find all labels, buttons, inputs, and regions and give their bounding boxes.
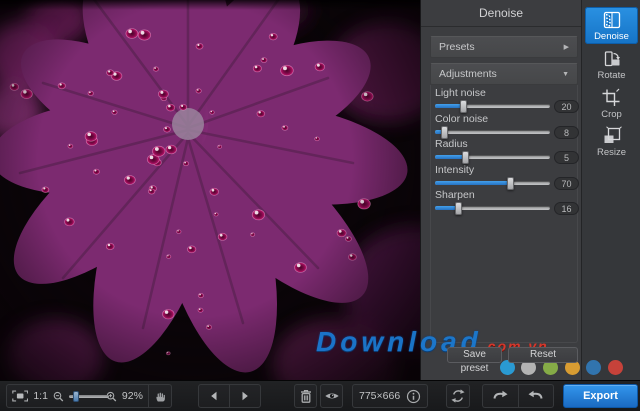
refresh-icon [450,388,466,404]
sidebar-item-denoise[interactable]: Denoise [585,7,638,44]
slider-row-color-noise: Color noise 8 [421,113,582,139]
undo-redo-group [482,384,554,408]
undo-button[interactable] [483,385,518,407]
delete-image-button[interactable] [294,384,317,408]
chevron-down-icon: ▼ [562,64,569,85]
photo-canvas[interactable] [0,0,420,380]
slider-handle[interactable] [462,151,469,164]
slider-handle[interactable] [455,202,462,215]
arrow-left-icon [209,391,219,401]
radius-value[interactable]: 5 [554,151,579,164]
resize-icon [601,126,623,146]
slider-row-sharpen: Sharpen 16 [421,189,582,215]
image-size-group: 775×666 [352,384,428,408]
sidebar-item-label: Denoise [585,31,638,42]
slider-fill [435,155,465,159]
sidebar-item-label: Crop [585,109,638,120]
zoom-out-icon[interactable] [53,390,64,403]
undo-icon [491,389,509,403]
trash-icon [299,388,313,404]
adjustments-panel: Denoise Presets ▶ Adjustments ▼ Light no… [420,0,581,380]
image-nav-group [198,384,261,408]
slider-row-radius: Radius 5 [421,138,582,164]
slider-row-light-noise: Light noise 20 [421,87,582,113]
sidebar-item-resize[interactable]: Resize [585,123,638,157]
fit-to-screen-icon[interactable] [12,389,28,403]
sharpen-slider[interactable] [435,202,550,215]
light-noise-slider[interactable] [435,100,550,113]
presets-label: Presets [439,41,475,53]
color-noise-label: Color noise [435,113,488,125]
slider-handle[interactable] [460,100,467,113]
light-noise-value[interactable]: 20 [554,100,579,113]
arrow-right-icon [240,391,250,401]
presets-section-header[interactable]: Presets ▶ [430,36,578,58]
denoise-icon [601,10,623,30]
actual-size-button[interactable]: 1:1 [33,390,48,402]
sidebar-item-rotate[interactable]: Rotate [585,46,638,80]
export-button[interactable]: Export [563,384,638,408]
previous-image-button[interactable] [199,385,229,407]
radius-slider[interactable] [435,151,550,164]
leaf-photo [0,0,420,380]
info-icon[interactable] [406,389,421,404]
photo-editor-window: Denoise Presets ▶ Adjustments ▼ Light no… [0,0,640,411]
zoom-slider[interactable] [69,390,102,403]
sidebar-item-label: Resize [585,147,638,158]
panel-title: Denoise [421,0,581,27]
crop-icon [601,88,623,108]
bottom-toolbar: 1:1 92% [0,380,640,411]
next-image-button[interactable] [230,385,260,407]
reset-button[interactable]: Reset [508,347,578,363]
slider-fill [435,181,510,185]
slider-row-intensity: Intensity 70 [421,164,582,190]
sharpen-label: Sharpen [435,189,475,201]
zoom-percent-value: 92% [122,390,143,402]
hand-pan-icon[interactable] [154,389,166,404]
image-size-value: 775×666 [359,390,400,402]
show-original-button[interactable] [320,384,343,408]
slider-fill [435,104,463,108]
sidebar-item-label: Rotate [585,70,638,81]
eye-icon [324,390,340,402]
slider-track [435,130,550,134]
intensity-label: Intensity [435,164,474,176]
zoom-controls-group: 1:1 92% [6,384,172,408]
adjustments-label: Adjustments [439,68,497,80]
save-preset-button[interactable]: Save preset [447,347,502,363]
tool-sidebar: Denoise Rotate Crop [581,0,640,380]
adjustments-section-header[interactable]: Adjustments ▼ [430,63,578,85]
sidebar-item-crop[interactable]: Crop [585,85,638,119]
sharpen-value[interactable]: 16 [554,202,579,215]
revert-changes-button[interactable] [446,384,470,408]
redo-button[interactable] [519,385,554,407]
zoom-slider-handle[interactable] [73,391,79,402]
radius-label: Radius [435,138,468,150]
chevron-right-icon: ▶ [564,37,569,58]
separator [148,385,149,407]
rotate-icon [601,49,623,69]
redo-icon [527,389,545,403]
light-noise-label: Light noise [435,87,486,99]
